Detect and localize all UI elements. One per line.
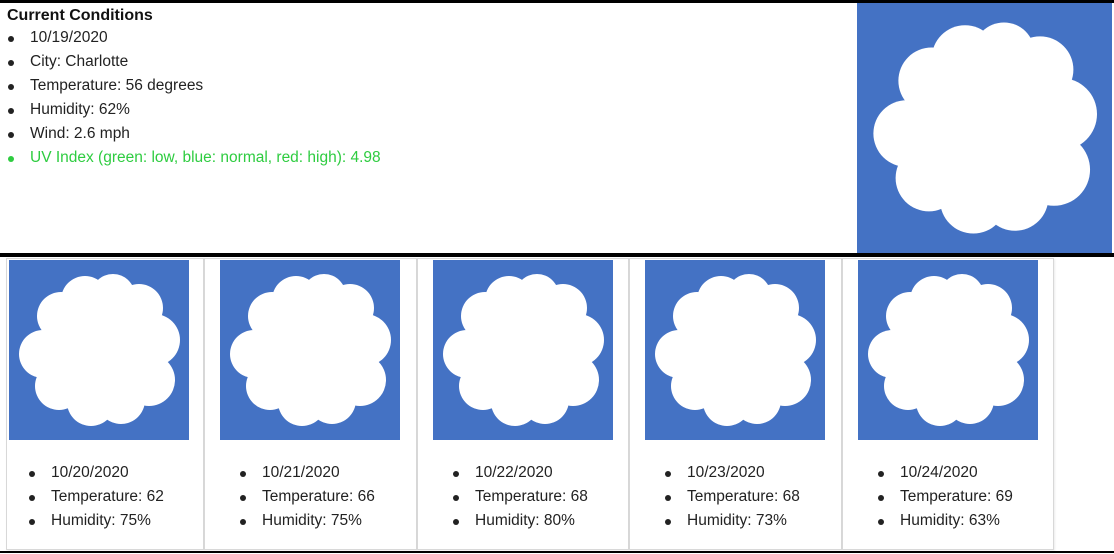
forecast-card: 10/22/2020 Temperature: 68 Humidity: 80% bbox=[417, 258, 629, 550]
forecast-temperature: Temperature: 68 bbox=[664, 485, 800, 509]
current-weather-cloud-icon bbox=[857, 3, 1112, 253]
bottom-divider bbox=[0, 551, 1114, 553]
forecast-details: 10/21/2020 Temperature: 66 Humidity: 75% bbox=[239, 461, 375, 533]
forecast-humidity: Humidity: 80% bbox=[452, 509, 588, 533]
current-conditions-list: 10/19/2020 City: Charlotte Temperature: … bbox=[7, 26, 847, 170]
forecast-cloud-icon bbox=[9, 260, 189, 440]
forecast-humidity: Humidity: 75% bbox=[28, 509, 164, 533]
forecast-date: 10/22/2020 bbox=[452, 461, 588, 485]
forecast-temperature: Temperature: 69 bbox=[877, 485, 1013, 509]
forecast-humidity: Humidity: 75% bbox=[239, 509, 375, 533]
forecast-details: 10/20/2020 Temperature: 62 Humidity: 75% bbox=[28, 461, 164, 533]
cloud-icon bbox=[868, 274, 1029, 426]
forecast-date: 10/20/2020 bbox=[28, 461, 164, 485]
forecast-card: 10/23/2020 Temperature: 68 Humidity: 73% bbox=[629, 258, 842, 550]
forecast-temperature: Temperature: 68 bbox=[452, 485, 588, 509]
forecast-details: 10/23/2020 Temperature: 68 Humidity: 73% bbox=[664, 461, 800, 533]
forecast-temperature: Temperature: 62 bbox=[28, 485, 164, 509]
cloud-icon bbox=[873, 22, 1097, 234]
current-temperature: Temperature: 56 degrees bbox=[7, 74, 847, 98]
cloud-icon bbox=[230, 274, 391, 426]
current-conditions: Current Conditions 10/19/2020 City: Char… bbox=[7, 6, 847, 170]
current-uv-index: UV Index (green: low, blue: normal, red:… bbox=[7, 146, 847, 170]
current-conditions-heading: Current Conditions bbox=[7, 7, 153, 24]
forecast-date: 10/23/2020 bbox=[664, 461, 800, 485]
forecast-details: 10/24/2020 Temperature: 69 Humidity: 63% bbox=[877, 461, 1013, 533]
cloud-icon bbox=[19, 274, 180, 426]
forecast-card: 10/24/2020 Temperature: 69 Humidity: 63% bbox=[842, 258, 1054, 550]
forecast-card: 10/20/2020 Temperature: 62 Humidity: 75% bbox=[6, 258, 204, 550]
forecast-cloud-icon bbox=[858, 260, 1038, 440]
section-divider bbox=[0, 253, 1114, 257]
forecast-cloud-icon bbox=[220, 260, 400, 440]
forecast-details: 10/22/2020 Temperature: 68 Humidity: 80% bbox=[452, 461, 588, 533]
forecast-date: 10/24/2020 bbox=[877, 461, 1013, 485]
forecast-cloud-icon bbox=[645, 260, 825, 440]
current-humidity: Humidity: 62% bbox=[7, 98, 847, 122]
forecast-humidity: Humidity: 63% bbox=[877, 509, 1013, 533]
forecast-humidity: Humidity: 73% bbox=[664, 509, 800, 533]
cloud-icon bbox=[443, 274, 604, 426]
forecast-date: 10/21/2020 bbox=[239, 461, 375, 485]
current-wind: Wind: 2.6 mph bbox=[7, 122, 847, 146]
forecast-cloud-icon bbox=[433, 260, 613, 440]
current-date: 10/19/2020 bbox=[7, 26, 847, 50]
forecast-card: 10/21/2020 Temperature: 66 Humidity: 75% bbox=[204, 258, 417, 550]
current-city: City: Charlotte bbox=[7, 50, 847, 74]
cloud-icon bbox=[655, 274, 816, 426]
forecast-temperature: Temperature: 66 bbox=[239, 485, 375, 509]
